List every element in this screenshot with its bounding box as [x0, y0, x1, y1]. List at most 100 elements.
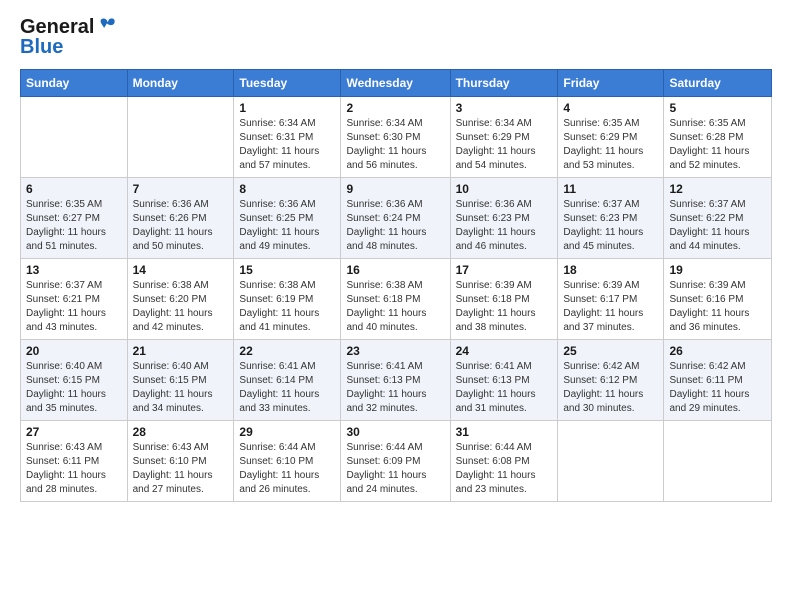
- calendar-cell: 31 Sunrise: 6:44 AM Sunset: 6:08 PM Dayli…: [450, 421, 558, 502]
- calendar-cell: 5 Sunrise: 6:35 AM Sunset: 6:28 PM Daylig…: [664, 97, 772, 178]
- day-number: 1: [239, 101, 335, 115]
- day-info: Sunrise: 6:36 AM Sunset: 6:24 PM Dayligh…: [346, 198, 444, 254]
- day-info: Sunrise: 6:43 AM Sunset: 6:11 PM Dayligh…: [26, 441, 122, 497]
- calendar-cell: 18 Sunrise: 6:39 AM Sunset: 6:17 PM Dayli…: [558, 259, 664, 340]
- calendar-cell: 2 Sunrise: 6:34 AM Sunset: 6:30 PM Daylig…: [341, 97, 450, 178]
- weekday-header-friday: Friday: [558, 70, 664, 97]
- calendar-cell: 4 Sunrise: 6:35 AM Sunset: 6:29 PM Daylig…: [558, 97, 664, 178]
- day-number: 25: [563, 344, 658, 358]
- day-info: Sunrise: 6:40 AM Sunset: 6:15 PM Dayligh…: [26, 360, 122, 416]
- day-number: 14: [133, 263, 229, 277]
- calendar-cell: 10 Sunrise: 6:36 AM Sunset: 6:23 PM Dayli…: [450, 178, 558, 259]
- calendar-cell: 25 Sunrise: 6:42 AM Sunset: 6:12 PM Dayli…: [558, 340, 664, 421]
- day-number: 5: [669, 101, 766, 115]
- day-info: Sunrise: 6:36 AM Sunset: 6:23 PM Dayligh…: [456, 198, 553, 254]
- day-number: 18: [563, 263, 658, 277]
- day-number: 16: [346, 263, 444, 277]
- day-info: Sunrise: 6:41 AM Sunset: 6:13 PM Dayligh…: [456, 360, 553, 416]
- day-number: 10: [456, 182, 553, 196]
- day-info: Sunrise: 6:36 AM Sunset: 6:26 PM Dayligh…: [133, 198, 229, 254]
- day-number: 12: [669, 182, 766, 196]
- day-info: Sunrise: 6:37 AM Sunset: 6:21 PM Dayligh…: [26, 279, 122, 335]
- weekday-header-sunday: Sunday: [21, 70, 128, 97]
- day-number: 6: [26, 182, 122, 196]
- day-number: 8: [239, 182, 335, 196]
- calendar-cell: 8Sunrise: 6:36 AM Sunset: 6:25 PM Daylig…: [234, 178, 341, 259]
- day-number: 30: [346, 425, 444, 439]
- day-info: Sunrise: 6:39 AM Sunset: 6:18 PM Dayligh…: [456, 279, 553, 335]
- day-number: 21: [133, 344, 229, 358]
- calendar-cell: 29Sunrise: 6:44 AM Sunset: 6:10 PM Dayli…: [234, 421, 341, 502]
- page-header: General Blue: [20, 16, 772, 59]
- calendar-cell: 17 Sunrise: 6:39 AM Sunset: 6:18 PM Dayli…: [450, 259, 558, 340]
- day-info: Sunrise: 6:41 AM Sunset: 6:13 PM Dayligh…: [346, 360, 444, 416]
- calendar-cell: 3 Sunrise: 6:34 AM Sunset: 6:29 PM Daylig…: [450, 97, 558, 178]
- day-number: 26: [669, 344, 766, 358]
- day-number: 4: [563, 101, 658, 115]
- calendar-cell: 24 Sunrise: 6:41 AM Sunset: 6:13 PM Dayli…: [450, 340, 558, 421]
- day-number: 24: [456, 344, 553, 358]
- day-number: 7: [133, 182, 229, 196]
- calendar-table: SundayMondayTuesdayWednesdayThursdayFrid…: [20, 69, 772, 502]
- calendar-cell: [558, 421, 664, 502]
- day-info: Sunrise: 6:42 AM Sunset: 6:12 PM Dayligh…: [563, 360, 658, 416]
- day-number: 19: [669, 263, 766, 277]
- calendar-cell: 7 Sunrise: 6:36 AM Sunset: 6:26 PM Daylig…: [127, 178, 234, 259]
- day-info: Sunrise: 6:34 AM Sunset: 6:31 PM Dayligh…: [239, 117, 335, 173]
- day-info: Sunrise: 6:41 AM Sunset: 6:14 PM Dayligh…: [239, 360, 335, 416]
- calendar-cell: 22 Sunrise: 6:41 AM Sunset: 6:14 PM Dayli…: [234, 340, 341, 421]
- calendar-cell: 14 Sunrise: 6:38 AM Sunset: 6:20 PM Dayli…: [127, 259, 234, 340]
- day-info: Sunrise: 6:34 AM Sunset: 6:29 PM Dayligh…: [456, 117, 553, 173]
- day-info: Sunrise: 6:34 AM Sunset: 6:30 PM Dayligh…: [346, 117, 444, 173]
- calendar-cell: 6 Sunrise: 6:35 AM Sunset: 6:27 PM Daylig…: [21, 178, 128, 259]
- calendar-cell: 26 Sunrise: 6:42 AM Sunset: 6:11 PM Dayli…: [664, 340, 772, 421]
- calendar-cell: 30 Sunrise: 6:44 AM Sunset: 6:09 PM Dayli…: [341, 421, 450, 502]
- calendar-cell: 28 Sunrise: 6:43 AM Sunset: 6:10 PM Dayli…: [127, 421, 234, 502]
- day-number: 11: [563, 182, 658, 196]
- day-info: Sunrise: 6:39 AM Sunset: 6:16 PM Dayligh…: [669, 279, 766, 335]
- day-info: Sunrise: 6:37 AM Sunset: 6:23 PM Dayligh…: [563, 198, 658, 254]
- calendar-cell: 16 Sunrise: 6:38 AM Sunset: 6:18 PM Dayli…: [341, 259, 450, 340]
- calendar-cell: 19 Sunrise: 6:39 AM Sunset: 6:16 PM Dayli…: [664, 259, 772, 340]
- calendar-cell: 1 Sunrise: 6:34 AM Sunset: 6:31 PM Daylig…: [234, 97, 341, 178]
- calendar-cell: 13Sunrise: 6:37 AM Sunset: 6:21 PM Dayli…: [21, 259, 128, 340]
- day-number: 29: [239, 425, 335, 439]
- day-number: 2: [346, 101, 444, 115]
- day-number: 27: [26, 425, 122, 439]
- day-info: Sunrise: 6:38 AM Sunset: 6:19 PM Dayligh…: [239, 279, 335, 335]
- weekday-header-monday: Monday: [127, 70, 234, 97]
- calendar-cell: 23 Sunrise: 6:41 AM Sunset: 6:13 PM Dayli…: [341, 340, 450, 421]
- bird-logo-icon: [95, 16, 117, 38]
- calendar-cell: 20 Sunrise: 6:40 AM Sunset: 6:15 PM Dayli…: [21, 340, 128, 421]
- day-info: Sunrise: 6:39 AM Sunset: 6:17 PM Dayligh…: [563, 279, 658, 335]
- day-info: Sunrise: 6:42 AM Sunset: 6:11 PM Dayligh…: [669, 360, 766, 416]
- calendar-cell: 11 Sunrise: 6:37 AM Sunset: 6:23 PM Dayli…: [558, 178, 664, 259]
- weekday-header-saturday: Saturday: [664, 70, 772, 97]
- day-info: Sunrise: 6:35 AM Sunset: 6:28 PM Dayligh…: [669, 117, 766, 173]
- calendar-cell: 21 Sunrise: 6:40 AM Sunset: 6:15 PM Dayli…: [127, 340, 234, 421]
- day-number: 3: [456, 101, 553, 115]
- day-info: Sunrise: 6:38 AM Sunset: 6:18 PM Dayligh…: [346, 279, 444, 335]
- calendar-cell: 27 Sunrise: 6:43 AM Sunset: 6:11 PM Dayli…: [21, 421, 128, 502]
- day-number: 20: [26, 344, 122, 358]
- calendar-cell: [21, 97, 128, 178]
- day-info: Sunrise: 6:37 AM Sunset: 6:22 PM Dayligh…: [669, 198, 766, 254]
- weekday-header-thursday: Thursday: [450, 70, 558, 97]
- day-number: 31: [456, 425, 553, 439]
- day-info: Sunrise: 6:35 AM Sunset: 6:29 PM Dayligh…: [563, 117, 658, 173]
- day-info: Sunrise: 6:38 AM Sunset: 6:20 PM Dayligh…: [133, 279, 229, 335]
- day-number: 22: [239, 344, 335, 358]
- weekday-header-wednesday: Wednesday: [341, 70, 450, 97]
- calendar-cell: 12 Sunrise: 6:37 AM Sunset: 6:22 PM Dayli…: [664, 178, 772, 259]
- day-number: 17: [456, 263, 553, 277]
- weekday-header-tuesday: Tuesday: [234, 70, 341, 97]
- day-info: Sunrise: 6:43 AM Sunset: 6:10 PM Dayligh…: [133, 441, 229, 497]
- logo-general-part: General: [20, 17, 94, 37]
- day-info: Sunrise: 6:35 AM Sunset: 6:27 PM Dayligh…: [26, 198, 122, 254]
- day-info: Sunrise: 6:44 AM Sunset: 6:09 PM Dayligh…: [346, 441, 444, 497]
- day-info: Sunrise: 6:40 AM Sunset: 6:15 PM Dayligh…: [133, 360, 229, 416]
- day-number: 28: [133, 425, 229, 439]
- day-number: 23: [346, 344, 444, 358]
- day-info: Sunrise: 6:44 AM Sunset: 6:08 PM Dayligh…: [456, 441, 553, 497]
- day-number: 9: [346, 182, 444, 196]
